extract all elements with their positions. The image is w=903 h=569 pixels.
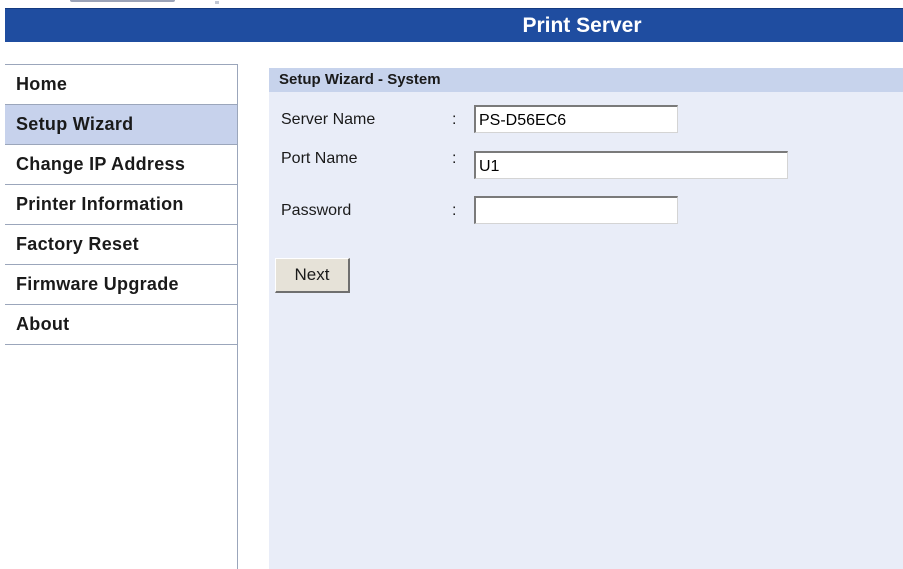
sidebar-item-label: Printer Information (16, 194, 184, 214)
port-name-input[interactable] (474, 151, 788, 179)
logo-fragment (60, 0, 240, 8)
password-input[interactable] (474, 196, 678, 224)
sidebar-item-label: Factory Reset (16, 234, 139, 254)
server-name-separator: : (452, 111, 457, 128)
port-name-label: Port Name (281, 150, 358, 167)
sidebar-item-label: Change IP Address (16, 154, 186, 174)
setup-wizard-panel: Setup Wizard - System Server Name : Port… (269, 68, 903, 569)
sidebar-item-home[interactable]: Home (5, 65, 237, 105)
port-name-separator: : (452, 150, 457, 167)
sidebar-nav: Home Setup Wizard Change IP Address Prin… (5, 64, 238, 569)
server-name-label: Server Name (281, 111, 376, 128)
sidebar-item-label: Firmware Upgrade (16, 274, 179, 294)
sidebar-item-printer-information[interactable]: Printer Information (5, 185, 237, 225)
sidebar-item-firmware-upgrade[interactable]: Firmware Upgrade (5, 265, 237, 305)
sidebar-item-setup-wizard[interactable]: Setup Wizard (5, 105, 237, 145)
next-button[interactable]: Next (275, 258, 350, 293)
sidebar-item-label: Home (16, 74, 68, 94)
section-header: Setup Wizard - System (269, 68, 903, 92)
section-title: Setup Wizard - System (279, 71, 441, 88)
sidebar-item-factory-reset[interactable]: Factory Reset (5, 225, 237, 265)
sidebar-item-change-ip-address[interactable]: Change IP Address (5, 145, 237, 185)
page-title: Print Server (522, 14, 642, 37)
sidebar-item-about[interactable]: About (5, 305, 237, 345)
logo-text-fragment (70, 0, 175, 2)
password-label: Password (281, 202, 352, 219)
page: Print Server Home Setup Wizard Change IP… (0, 0, 903, 569)
sidebar-item-label: Setup Wizard (16, 114, 134, 134)
server-name-input[interactable] (474, 105, 678, 133)
page-header: Print Server (5, 8, 903, 42)
logo-mark-fragment (215, 1, 219, 4)
password-separator: : (452, 202, 457, 219)
sidebar-item-label: About (16, 314, 70, 334)
